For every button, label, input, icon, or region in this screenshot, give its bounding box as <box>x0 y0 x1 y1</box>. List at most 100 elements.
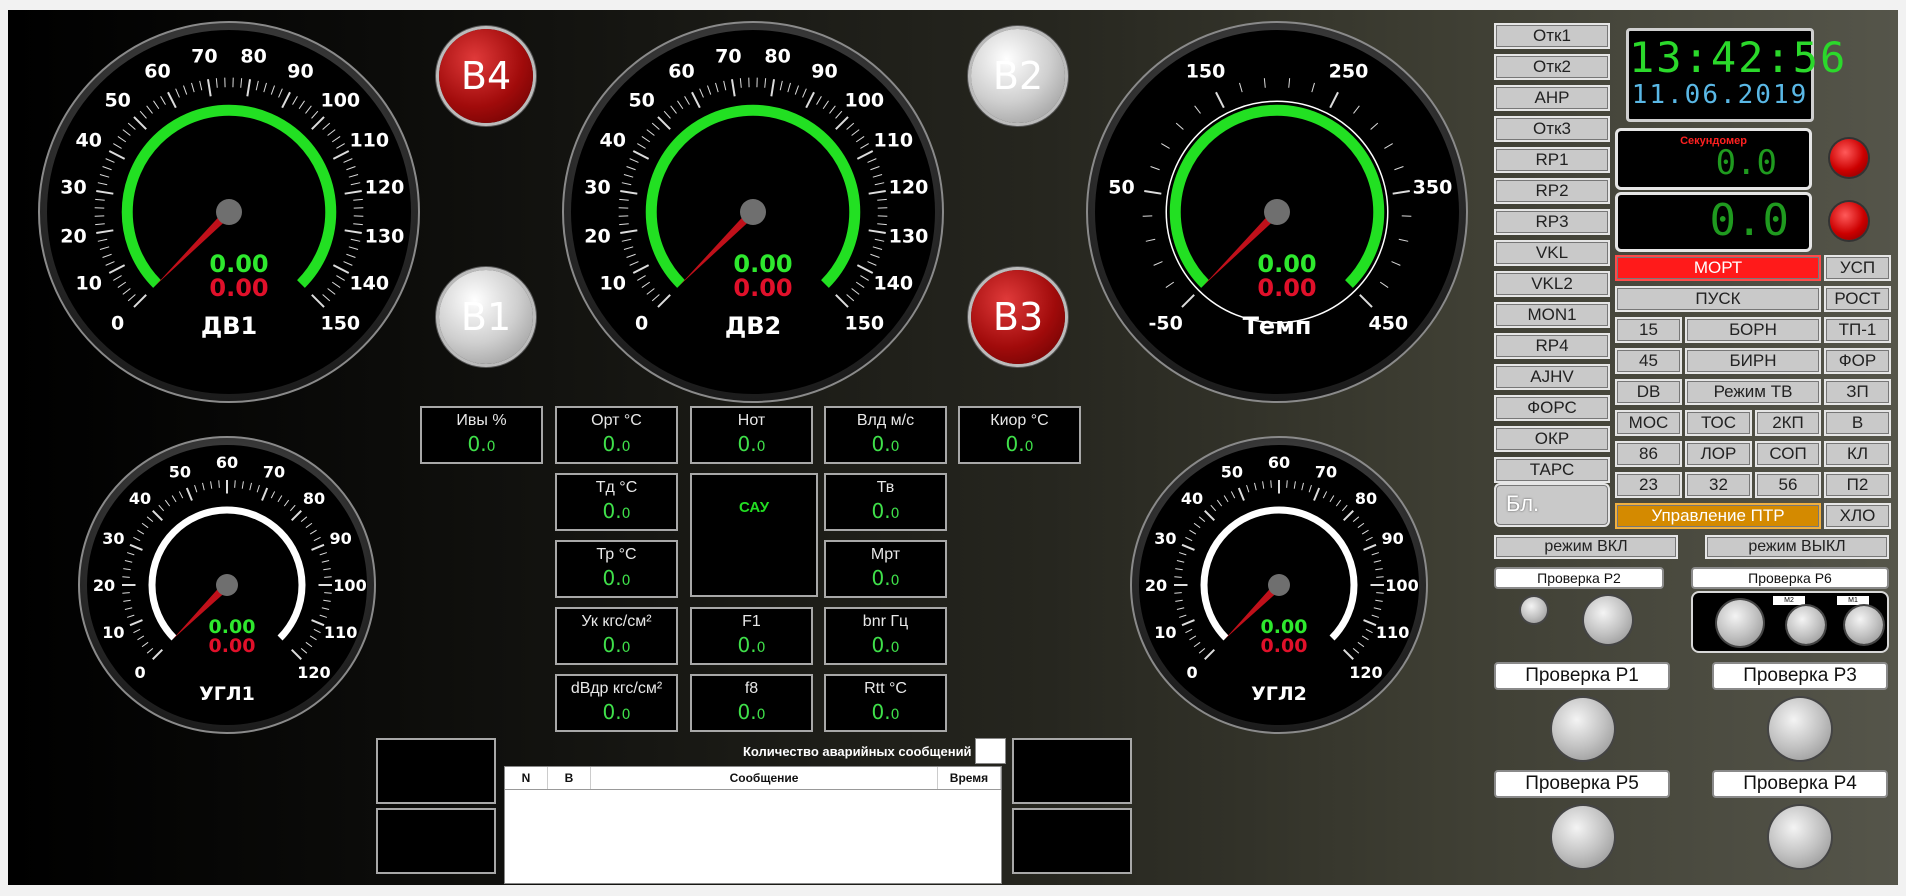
side-button-mon1[interactable]: MON1 <box>1494 302 1610 328</box>
tick-label: 20 <box>60 226 86 248</box>
db-button[interactable]: DB <box>1615 379 1682 405</box>
btn-86[interactable]: 86 <box>1615 441 1682 467</box>
v-button[interactable]: В <box>1824 410 1891 436</box>
side-button-тарс[interactable]: ТАРС <box>1494 457 1610 483</box>
mode-on-button[interactable]: режим ВКЛ <box>1494 535 1678 559</box>
cell-dvdr: dВдр кгс/см² 0.0 <box>555 674 678 732</box>
pusk-button[interactable]: ПУСК <box>1615 286 1821 312</box>
birn-button[interactable]: БИРН <box>1685 348 1821 374</box>
minor-tick <box>1376 592 1384 594</box>
col-n-header[interactable]: N <box>505 767 548 790</box>
khlo-button[interactable]: ХЛО <box>1824 503 1891 529</box>
check-p1-button[interactable]: Проверка Р1 <box>1494 662 1670 690</box>
m1-knob[interactable] <box>1845 606 1883 644</box>
p2-button[interactable]: П2 <box>1824 472 1891 498</box>
cell-value: 0.0 <box>871 499 900 523</box>
alarm-count-box <box>975 738 1006 764</box>
stopwatch-lamp-1[interactable] <box>1830 139 1868 177</box>
born-button[interactable]: БОРН <box>1685 317 1821 343</box>
side-button-отк3[interactable]: Отк3 <box>1494 116 1610 142</box>
tick-label: 40 <box>599 130 625 152</box>
b1-button[interactable]: B1 <box>439 270 533 364</box>
col-message-header[interactable]: Сообщение <box>590 767 938 790</box>
gauge-value-red: 0.00 <box>1257 274 1316 302</box>
side-button-отк1[interactable]: Отк1 <box>1494 23 1610 49</box>
side-button-анр[interactable]: АНР <box>1494 85 1610 111</box>
side-button-отк2[interactable]: Отк2 <box>1494 54 1610 80</box>
side-button-окр[interactable]: ОКР <box>1494 426 1610 452</box>
tick-label: 0 <box>1186 663 1197 682</box>
kl-button[interactable]: КЛ <box>1824 441 1891 467</box>
check-p6-button[interactable]: Проверка Р6 <box>1691 567 1889 589</box>
cell-value: 0.0 <box>737 432 766 456</box>
side-button-rp4[interactable]: RP4 <box>1494 333 1610 359</box>
check-p4-button[interactable]: Проверка Р4 <box>1712 770 1888 798</box>
ptr-control-button[interactable]: Управление ПТР <box>1615 503 1821 529</box>
check-p5-button[interactable]: Проверка Р5 <box>1494 770 1670 798</box>
p2-knob[interactable] <box>1584 596 1632 644</box>
tp1-button[interactable]: ТП-1 <box>1824 317 1891 343</box>
rezhim-tv-button[interactable]: Режим ТВ <box>1685 379 1821 405</box>
btn-23[interactable]: 23 <box>1615 472 1682 498</box>
col-time-header[interactable]: Время <box>937 767 1001 790</box>
side-button-ajhv[interactable]: AJHV <box>1494 364 1610 390</box>
minor-tick <box>122 576 130 578</box>
p2-small-knob[interactable] <box>1521 597 1547 623</box>
p4-knob[interactable] <box>1769 806 1831 868</box>
mode-off-button[interactable]: режим ВЫКЛ <box>1705 535 1889 559</box>
side-button-rp2[interactable]: RP2 <box>1494 178 1610 204</box>
cell-label: Тв <box>876 479 895 496</box>
check-p2-button[interactable]: Проверка Р2 <box>1494 567 1664 589</box>
b4-button[interactable]: B4 <box>439 29 533 123</box>
side-button-vkl2[interactable]: VKL2 <box>1494 271 1610 297</box>
btn-15[interactable]: 15 <box>1615 317 1682 343</box>
side-button-rp1[interactable]: RP1 <box>1494 147 1610 173</box>
table-header: N В Сообщение Время <box>505 767 1001 790</box>
p6-knob-1[interactable] <box>1717 600 1763 646</box>
col-b-header[interactable]: В <box>547 767 591 790</box>
p5-knob[interactable] <box>1552 806 1614 868</box>
m2-knob[interactable] <box>1787 606 1825 644</box>
mos-button[interactable]: МОС <box>1615 410 1682 436</box>
sop-button[interactable]: СОП <box>1755 441 1821 467</box>
lor-button[interactable]: ЛОР <box>1685 441 1752 467</box>
btn-56[interactable]: 56 <box>1755 472 1821 498</box>
gauge-temp: -50 50 150 250 350 450 0.00 0.00 Темп <box>1085 20 1469 404</box>
p1-knob[interactable] <box>1552 698 1614 760</box>
p3-knob[interactable] <box>1769 698 1831 760</box>
rost-button[interactable]: РОСТ <box>1824 286 1891 312</box>
black-panel-left-top <box>376 738 496 804</box>
cell-vld: Влд м/с 0.0 <box>824 406 947 464</box>
side-button-rp3[interactable]: RP3 <box>1494 209 1610 235</box>
tos-button[interactable]: ТОС <box>1685 410 1752 436</box>
cell-uk: Ук кгс/см² 0.0 <box>555 607 678 665</box>
check-p3-button[interactable]: Проверка Р3 <box>1712 662 1888 690</box>
cell-label: f8 <box>744 680 759 697</box>
stopwatch-value-2: 0.0 <box>1709 195 1789 246</box>
tick-label: 40 <box>129 489 151 508</box>
gauge-dv1: 0 10 20 30 40 50 60 70 80 90 100 110 120 130 140 150 0.0… <box>37 20 421 404</box>
m1-label: М1 <box>1837 596 1869 605</box>
alarm-message-table[interactable]: N В Сообщение Время <box>504 766 1002 884</box>
btn-32[interactable]: 32 <box>1685 472 1752 498</box>
for-button[interactable]: ФОР <box>1824 348 1891 374</box>
tick-label: 0 <box>111 312 124 334</box>
tick-label: 60 <box>1268 453 1290 472</box>
zp-button[interactable]: ЗП <box>1824 379 1891 405</box>
stopwatch-lamp-2[interactable] <box>1830 202 1868 240</box>
cell-kior: Киор °С 0.0 <box>958 406 1081 464</box>
tick-label: 150 <box>844 312 884 334</box>
tick-label: 150 <box>320 312 360 334</box>
btn-45[interactable]: 45 <box>1615 348 1682 374</box>
usp-button[interactable]: УСП <box>1824 255 1891 281</box>
gauge-value-red: 0.00 <box>209 274 268 302</box>
b3-button[interactable]: B3 <box>971 270 1065 364</box>
mort-button[interactable]: МОРТ <box>1615 255 1821 281</box>
bl-button[interactable]: Бл. <box>1494 483 1610 527</box>
side-button-форс[interactable]: ФОРС <box>1494 395 1610 421</box>
cell-value: 0.0 <box>1005 432 1034 456</box>
side-button-vkl[interactable]: VKL <box>1494 240 1610 266</box>
b2-button[interactable]: B2 <box>971 29 1065 123</box>
tick-label: 30 <box>102 529 124 548</box>
kp2-button[interactable]: 2КП <box>1755 410 1821 436</box>
